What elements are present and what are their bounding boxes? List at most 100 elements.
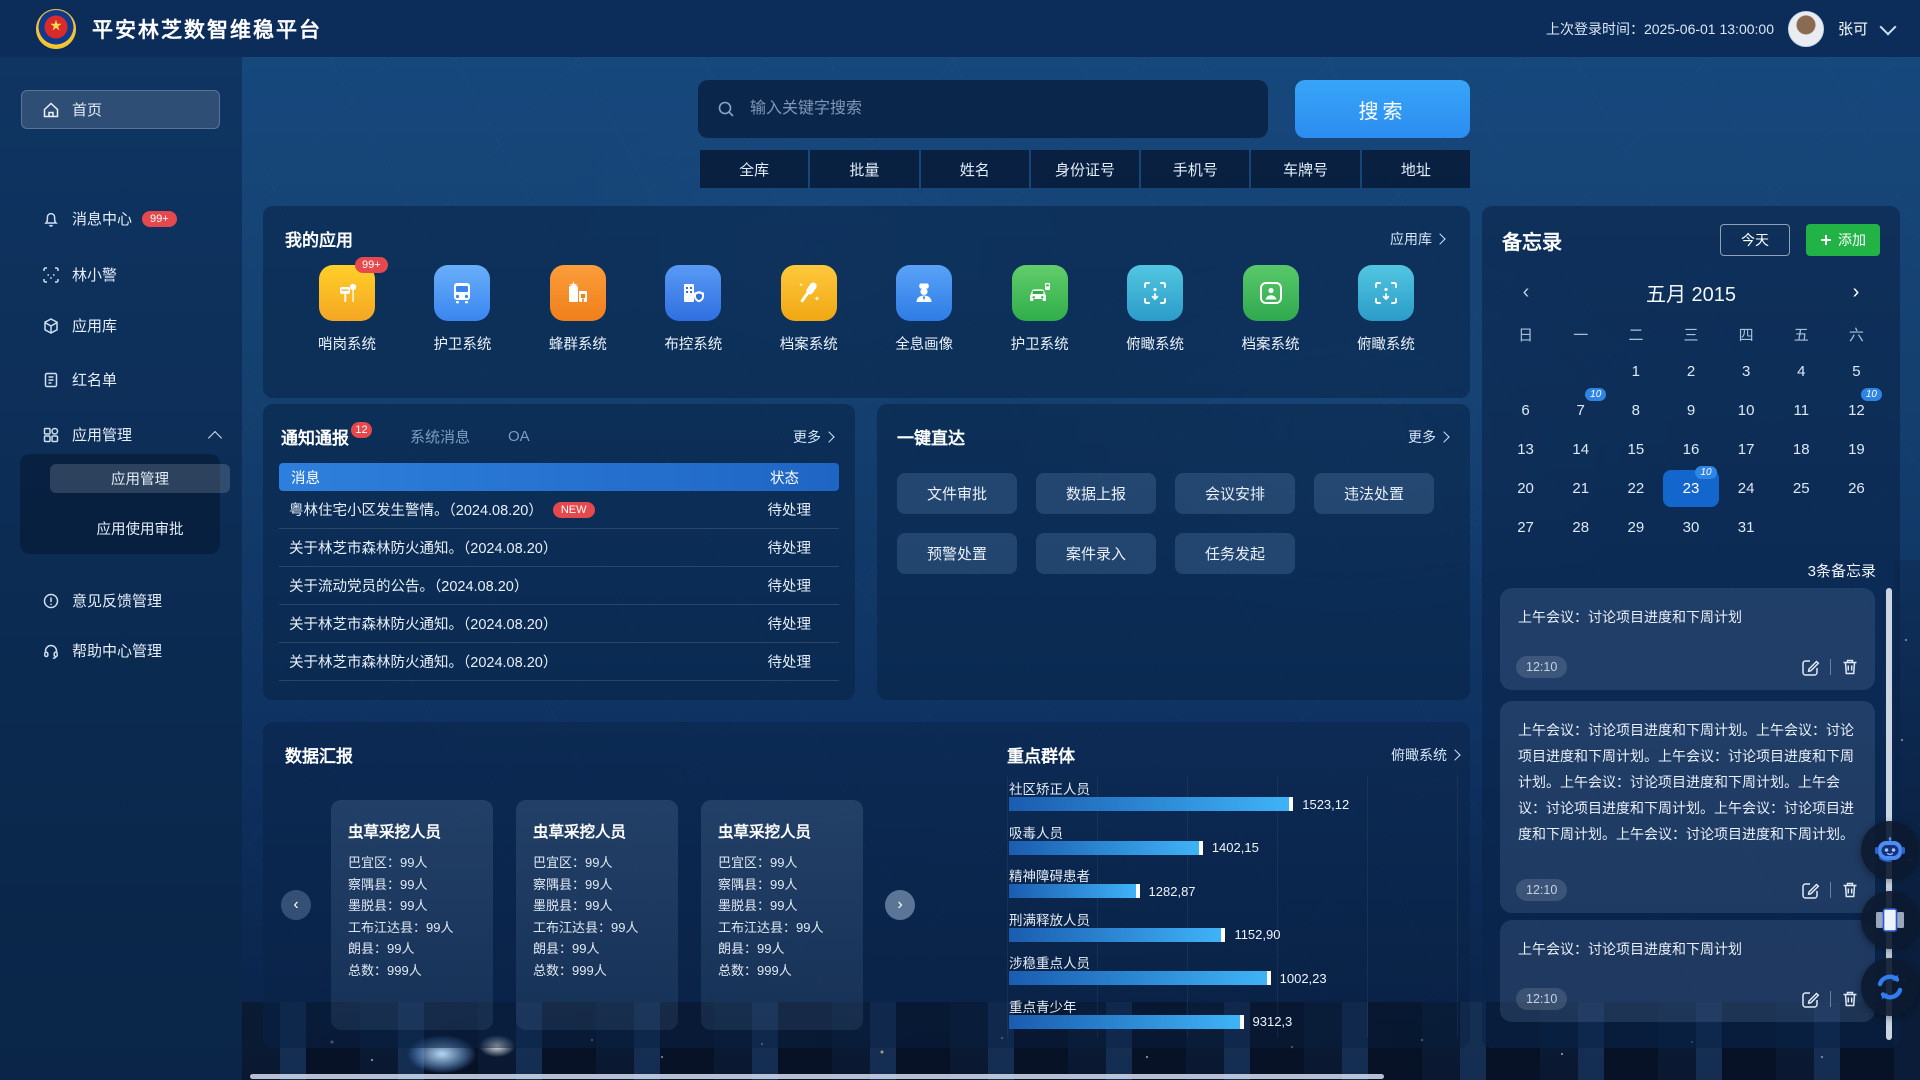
chat-robot-button[interactable] [1861,821,1919,879]
calendar-day[interactable]: 17 [1719,431,1774,468]
calendar-day[interactable]: 11 [1774,392,1829,429]
edit-icon[interactable] [1801,990,1820,1009]
table-row[interactable]: 关于流动党员的公告。（2024.08.20） 待处理 [279,567,839,605]
quick-button-violation[interactable]: 违法处置 [1314,473,1434,514]
calendar-day[interactable]: 27 [1498,509,1553,546]
sidebar-item-red-list[interactable]: 红名单 [0,360,242,399]
memo-entry[interactable]: 上午会议：讨论项目进度和下周计划 12:10 [1500,920,1875,1022]
quick-button-case-entry[interactable]: 案件录入 [1036,533,1156,574]
calendar-day[interactable]: 1 [1608,353,1663,390]
search-tab-id-number[interactable]: 身份证号 [1031,150,1139,188]
report-card[interactable]: 虫草采挖人员 巴宜区：99人 察隅县：99人 墨脱县：99人 工布江达县：99人… [701,800,863,1030]
search-tab-name[interactable]: 姓名 [921,150,1029,188]
search-tab-plate[interactable]: 车牌号 [1251,150,1359,188]
calendar-next-month[interactable]: › [1846,281,1866,304]
table-row[interactable]: 粤林住宅小区发生警情。（2024.08.20）NEW 待处理 [279,491,839,529]
trash-icon[interactable] [1841,990,1859,1008]
calendar-day[interactable]: 18 [1774,431,1829,468]
trash-icon[interactable] [1841,658,1859,676]
calendar-day[interactable]: 9 [1663,392,1718,429]
today-button[interactable]: 今天 [1720,224,1790,256]
horizontal-scrollbar[interactable] [250,1074,1384,1079]
app-fukan-2[interactable]: 俯瞰系统 [1340,265,1432,354]
quick-button-meeting[interactable]: 会议安排 [1175,473,1295,514]
tab-system-messages[interactable]: 系统消息 [410,426,470,447]
search-tab-batch[interactable]: 批量 [810,150,918,188]
calendar-day[interactable]: 16 [1663,431,1718,468]
user-avatar[interactable] [1788,11,1824,47]
sidebar-item-message-center[interactable]: 消息中心 99+ [0,199,242,238]
report-card[interactable]: 虫草采挖人员 巴宜区：99人 察隅县：99人 墨脱县：99人 工布江达县：99人… [331,800,493,1030]
quick-button-task-launch[interactable]: 任务发起 [1175,533,1295,574]
calendar-day[interactable]: 22 [1608,470,1663,507]
calendar-day-selected[interactable]: 2310 [1663,470,1718,507]
memo-entry[interactable]: 上午会议：讨论项目进度和下周计划 12:10 [1500,588,1875,690]
calendar-day[interactable]: 4 [1774,353,1829,390]
app-dangan-1[interactable]: 档案系统 [763,265,855,354]
quick-access-more-link[interactable]: 更多 [1408,427,1448,447]
app-shaogang[interactable]: 99+ 哨岗系统 [301,265,393,354]
search-tab-phone[interactable]: 手机号 [1141,150,1249,188]
calendar-prev-month[interactable]: ‹ [1516,281,1536,304]
memo-entry[interactable]: 上午会议：讨论项目进度和下周计划。上午会议：讨论项目进度和下周计划。上午会议：讨… [1500,701,1875,913]
calendar-day[interactable]: 31 [1719,509,1774,546]
user-name[interactable]: 张可 [1838,18,1868,39]
calendar-day[interactable]: 6 [1498,392,1553,429]
calendar-day[interactable]: 8 [1608,392,1663,429]
app-dangan-2[interactable]: 档案系统 [1225,265,1317,354]
trash-icon[interactable] [1841,881,1859,899]
search-tab-address[interactable]: 地址 [1362,150,1470,188]
search-button[interactable]: 搜索 [1295,80,1470,138]
calendar-day[interactable]: 24 [1719,470,1774,507]
app-fukan-1[interactable]: 俯瞰系统 [1109,265,1201,354]
calendar-day[interactable]: 21 [1553,470,1608,507]
chevron-down-icon[interactable] [1880,18,1897,35]
calendar-day[interactable]: 25 [1774,470,1829,507]
calendar-day[interactable]: 5 [1829,353,1884,390]
search-input[interactable] [748,99,1232,119]
quick-button-file-approval[interactable]: 文件审批 [897,473,1017,514]
sidebar-subitem-app-usage-approval[interactable]: 应用使用审批 [50,514,230,543]
app-huwei-2[interactable]: 护卫系统 [994,265,1086,354]
calendar-day[interactable]: 20 [1498,470,1553,507]
notices-more-link[interactable]: 更多 [793,427,833,447]
app-quanxi[interactable]: 全息画像 [878,265,970,354]
search-tab-all[interactable]: 全库 [700,150,808,188]
edit-icon[interactable] [1801,658,1820,677]
report-card[interactable]: 虫草采挖人员 巴宜区：99人 察隅县：99人 墨脱县：99人 工布江达县：99人… [516,800,678,1030]
window-panels-button[interactable] [1861,891,1919,949]
quick-button-warning[interactable]: 预警处置 [897,533,1017,574]
sidebar-item-app-management[interactable]: 应用管理 [0,415,242,454]
sync-refresh-button[interactable] [1861,958,1919,1016]
add-memo-button[interactable]: 添加 [1806,224,1880,256]
sidebar-item-app-library[interactable]: 应用库 [0,306,242,345]
carousel-prev-button[interactable]: ‹ [281,890,311,920]
edit-icon[interactable] [1801,881,1820,900]
table-row[interactable]: 关于林芝市森林防火通知。（2024.08.20） 待处理 [279,529,839,567]
calendar-day[interactable]: 28 [1553,509,1608,546]
sidebar-subitem-app-management[interactable]: 应用管理 [50,464,230,493]
app-fengqun[interactable]: 蜂群系统 [532,265,624,354]
calendar-day[interactable]: 13 [1498,431,1553,468]
app-library-link[interactable]: 应用库 [1390,229,1444,249]
table-row[interactable]: 关于林芝市森林防火通知。（2024.08.20） 待处理 [279,643,839,681]
calendar-day[interactable]: 1210 [1829,392,1884,429]
calendar-day[interactable]: 2 [1663,353,1718,390]
calendar-day[interactable]: 26 [1829,470,1884,507]
carousel-next-button[interactable]: › [885,890,915,920]
calendar-day[interactable]: 29 [1608,509,1663,546]
table-row[interactable]: 关于林芝市森林防火通知。（2024.08.20） 待处理 [279,605,839,643]
sidebar-item-home[interactable]: 首页 [21,90,220,129]
sidebar-item-help-center-management[interactable]: 帮助中心管理 [0,631,242,670]
tab-oa[interactable]: OA [508,428,530,445]
sidebar-item-lin-xiao-jing[interactable]: 林小警 [0,255,242,294]
quick-button-data-report[interactable]: 数据上报 [1036,473,1156,514]
calendar-day[interactable]: 15 [1608,431,1663,468]
calendar-day[interactable]: 710 [1553,392,1608,429]
calendar-day[interactable]: 10 [1719,392,1774,429]
sidebar-item-feedback-management[interactable]: 意见反馈管理 [0,581,242,620]
calendar-day[interactable]: 14 [1553,431,1608,468]
calendar-day[interactable]: 3 [1719,353,1774,390]
fukan-system-link[interactable]: 俯瞰系统 [1391,745,1459,765]
app-bukong[interactable]: 布控系统 [647,265,739,354]
